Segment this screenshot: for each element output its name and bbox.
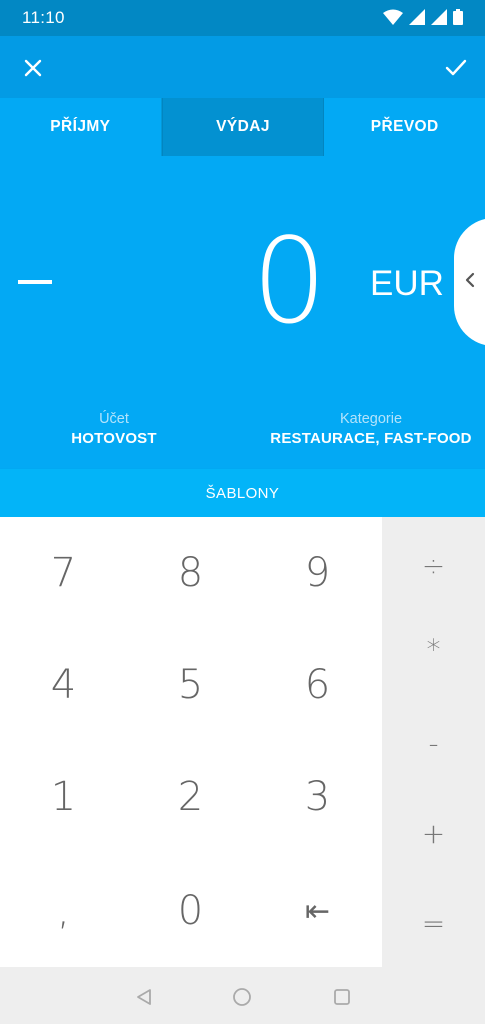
amount-value: 0 [251, 212, 327, 350]
toolbar [0, 36, 485, 98]
status-bar: 11:10 [0, 0, 485, 36]
key-1[interactable]: 1 [0, 741, 127, 853]
home-button[interactable] [230, 985, 254, 1009]
subtract-key[interactable]: - [382, 699, 485, 787]
backspace-key[interactable]: ⇤ [254, 855, 381, 967]
category-label: Kategorie [339, 411, 403, 427]
equals-key[interactable]: = [382, 879, 485, 967]
amount-area: 0 EUR Účet HOTOVOST Kategorie RESTAURACE… [0, 156, 485, 469]
back-button[interactable] [132, 985, 156, 1009]
close-icon [24, 59, 42, 77]
wifi-icon [383, 9, 403, 25]
account-value: HOTOVOST [71, 430, 157, 447]
key-7[interactable]: 7 [0, 517, 127, 629]
signal-icon-2 [431, 9, 447, 25]
key-8[interactable]: 8 [127, 517, 254, 629]
key-9[interactable]: 9 [254, 517, 381, 629]
back-icon [137, 989, 151, 1005]
confirm-button[interactable] [438, 50, 474, 86]
system-nav-bar [0, 967, 485, 1024]
multiply-key[interactable]: * [382, 605, 485, 693]
status-time: 11:10 [22, 8, 65, 27]
key-2[interactable]: 2 [127, 741, 254, 853]
key-0[interactable]: 0 [127, 855, 254, 967]
side-panel-handle[interactable] [454, 218, 485, 346]
tab-transfer[interactable]: PŘEVOD [324, 98, 485, 156]
tab-expense[interactable]: VÝDAJ [161, 98, 325, 156]
account-selector[interactable]: Účet HOTOVOST [56, 411, 172, 447]
key-6[interactable]: 6 [254, 629, 381, 741]
keypad: 7 8 9 4 5 6 1 2 3 , 0 ⇤ [0, 517, 382, 967]
key-4[interactable]: 4 [0, 629, 127, 741]
tab-income[interactable]: PŘÍJMY [0, 98, 162, 156]
category-value: RESTAURACE, FAST-FOOD [270, 430, 472, 447]
recents-icon [334, 989, 350, 1005]
signal-icon [409, 9, 425, 25]
type-tabs: PŘÍJMY VÝDAJ PŘEVOD [0, 98, 485, 156]
account-label: Účet [99, 411, 129, 427]
check-icon [445, 59, 467, 76]
recents-button[interactable] [330, 985, 354, 1009]
templates-button[interactable]: ŠABLONY [0, 469, 485, 517]
key-3[interactable]: 3 [254, 741, 381, 853]
divide-key[interactable]: ÷ [382, 521, 485, 609]
currency-selector[interactable]: EUR [370, 264, 444, 304]
status-icons [383, 9, 463, 25]
close-button[interactable] [15, 50, 51, 86]
chevron-left-icon [465, 272, 475, 288]
key-decimal[interactable]: , [0, 855, 127, 967]
sign-toggle-button[interactable] [18, 280, 52, 284]
home-icon [233, 988, 251, 1006]
key-5[interactable]: 5 [127, 629, 254, 741]
battery-icon [453, 9, 463, 25]
category-selector[interactable]: Kategorie RESTAURACE, FAST-FOOD [262, 411, 480, 447]
add-key[interactable]: + [382, 789, 485, 877]
operator-panel: ÷ * - + = [382, 517, 485, 967]
